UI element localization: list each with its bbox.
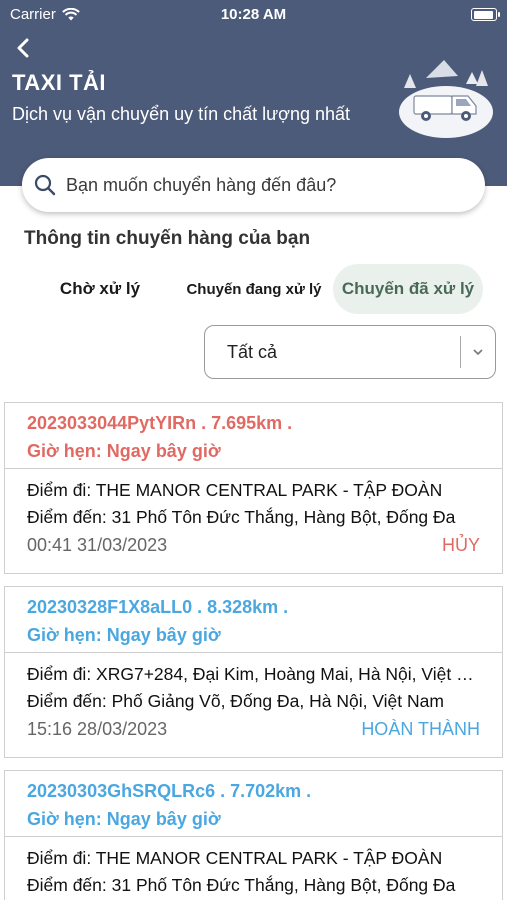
order-header: 2023033044PytYIRn . 7.695km . Giờ hẹn: N… (5, 403, 502, 469)
section-title: Thông tin chuyến hàng của bạn (24, 228, 311, 249)
order-destination: Điểm đến: 31 Phố Tôn Đức Thắng, Hàng Bột… (27, 875, 456, 895)
battery-icon (471, 8, 500, 21)
order-datetime: 15:16 28/03/2023 (27, 719, 168, 739)
order-header: 20230303GhSRQLRc6 . 7.702km . Giờ hẹn: N… (5, 771, 502, 837)
order-code: 20230303GhSRQLRc6 . 7.702km . (27, 781, 312, 801)
order-origin: Điểm đi: THE MANOR CENTRAL PARK - TẬP ĐO… (27, 848, 443, 868)
chevron-left-icon (17, 38, 29, 58)
order-appointment: Giờ hẹn: Ngay bây giờ (27, 809, 221, 829)
status-filter-select[interactable]: Tất cả (204, 325, 496, 379)
order-code: 20230328F1X8aLL0 . 8.328km . (27, 597, 289, 617)
chevron-down-icon (461, 345, 495, 359)
search-input[interactable] (66, 174, 485, 196)
tab-in-progress[interactable]: Chuyến đang xử lý (176, 264, 332, 314)
order-card[interactable]: 2023033044PytYIRn . 7.695km . Giờ hẹn: N… (4, 402, 503, 574)
order-header: 20230328F1X8aLL0 . 8.328km . Giờ hẹn: Ng… (5, 587, 502, 653)
order-code: 2023033044PytYIRn . 7.695km . (27, 413, 293, 433)
order-origin: Điểm đi: THE MANOR CENTRAL PARK - TẬP ĐO… (27, 480, 443, 500)
back-button[interactable] (12, 36, 36, 60)
status-bar: Carrier 10:28 AM (0, 0, 507, 30)
truck-illustration (399, 60, 493, 138)
order-status-badge: HOÀN THÀNH (361, 719, 480, 739)
search-bar[interactable] (22, 158, 485, 212)
page-title: TAXI TẢI (12, 70, 107, 95)
tab-pending[interactable]: Chờ xử lý (40, 264, 160, 314)
status-time: 10:28 AM (220, 6, 287, 23)
order-status-badge: HỦY (441, 535, 480, 555)
tab-completed[interactable]: Chuyến đã xử lý (333, 264, 483, 314)
order-card[interactable]: 20230303GhSRQLRc6 . 7.702km . Giờ hẹn: N… (4, 770, 503, 900)
order-card[interactable]: 20230328F1X8aLL0 . 8.328km . Giờ hẹn: Ng… (4, 586, 503, 758)
search-icon (34, 174, 56, 196)
order-appointment: Giờ hẹn: Ngay bây giờ (27, 625, 221, 645)
order-destination: Điểm đến: 31 Phố Tôn Đức Thắng, Hàng Bột… (27, 507, 456, 527)
order-appointment: Giờ hẹn: Ngay bây giờ (27, 441, 221, 461)
order-body: Điểm đi: XRG7+284, Đại Kim, Hoàng Mai, H… (5, 653, 502, 740)
order-body: Điểm đi: THE MANOR CENTRAL PARK - TẬP ĐO… (5, 837, 502, 899)
order-destination: Điểm đến: Phố Giảng Võ, Đống Đa, Hà Nội,… (27, 691, 444, 711)
order-datetime: 00:41 31/03/2023 (27, 535, 168, 555)
page-subtitle: Dịch vụ vận chuyển uy tín chất lượng nhấ… (12, 104, 351, 124)
order-body: Điểm đi: THE MANOR CENTRAL PARK - TẬP ĐO… (5, 469, 502, 556)
filter-value: Tất cả (227, 341, 278, 362)
order-origin: Điểm đi: XRG7+284, Đại Kim, Hoàng Mai, H… (27, 664, 480, 684)
